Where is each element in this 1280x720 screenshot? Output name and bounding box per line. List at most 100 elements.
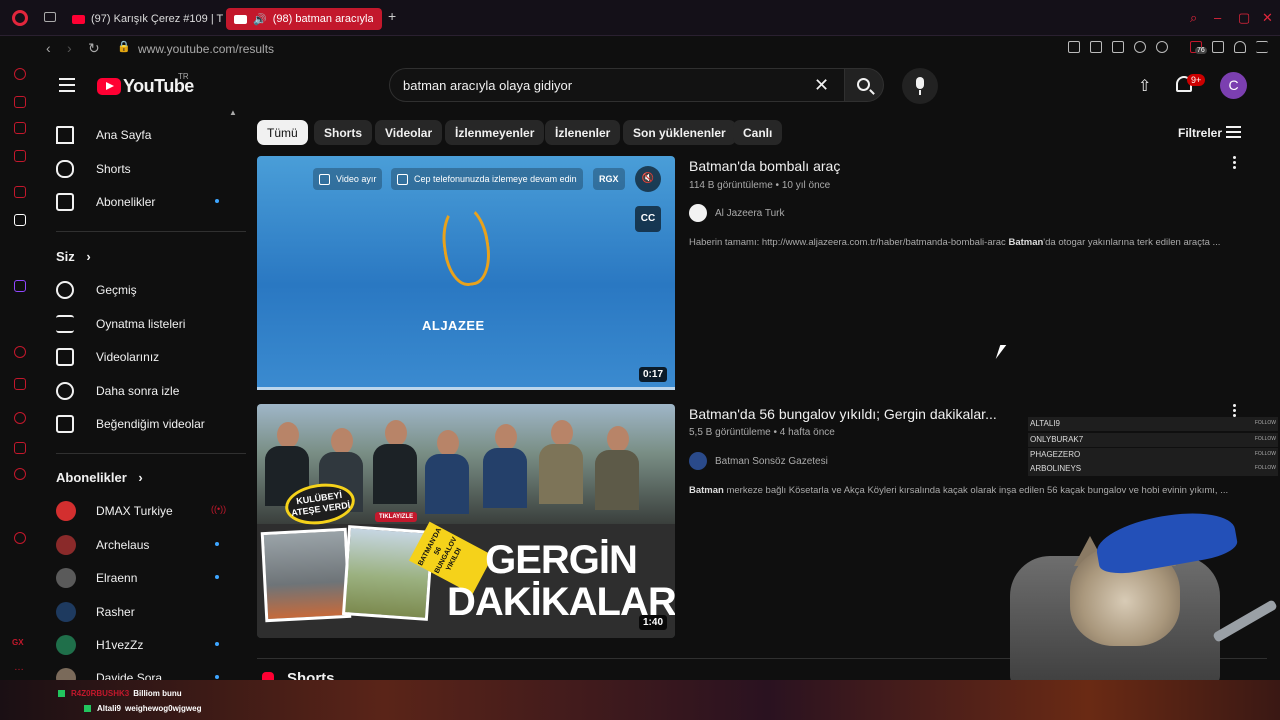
- forward-icon[interactable]: ›: [67, 40, 72, 56]
- gx-logo-icon[interactable]: GX: [12, 638, 24, 647]
- close-window-icon[interactable]: ✕: [1262, 10, 1273, 26]
- back-icon[interactable]: ‹: [46, 40, 51, 56]
- opera-logo-icon[interactable]: [12, 10, 28, 26]
- menu-icon[interactable]: [1256, 41, 1268, 53]
- rgx-badge[interactable]: RGX: [593, 168, 625, 190]
- preview-progress-bar[interactable]: [257, 387, 675, 390]
- browser-tab[interactable]: (97) Karışık Çerez #109 | T: [64, 8, 231, 30]
- chip-all[interactable]: Tümü: [257, 120, 308, 145]
- clear-search-icon[interactable]: ✕: [814, 75, 829, 96]
- chip-watched[interactable]: İzlenenler: [545, 120, 621, 145]
- maximize-icon[interactable]: ▢: [1238, 10, 1250, 26]
- adblock-icon[interactable]: [1112, 41, 1124, 53]
- captions-button[interactable]: CC: [635, 206, 661, 232]
- more-icon[interactable]: …: [14, 662, 24, 673]
- chip-recently-uploaded[interactable]: Son yüklenenler: [623, 120, 736, 145]
- profile-side-icon[interactable]: [14, 532, 26, 544]
- sidebar-item-watch-later[interactable]: Daha sonra izle: [56, 376, 179, 406]
- channel-link[interactable]: Al Jazeera Turk: [689, 204, 784, 222]
- sidebar-item-shorts[interactable]: Shorts: [56, 154, 131, 184]
- video-thumbnail[interactable]: KULÜBEYİ ATEŞE VERDİ TIKLAYIZLE BATMAN'D…: [257, 404, 675, 638]
- minimize-icon[interactable]: –: [1214, 10, 1221, 25]
- extensions-icon[interactable]: [1212, 41, 1224, 53]
- description-highlight: Batman: [689, 485, 724, 496]
- video-thumbnail[interactable]: ALJAZEE Video ayır Cep telefonunuzda izl…: [257, 156, 675, 390]
- video-title[interactable]: Batman'da bombalı araç: [689, 158, 840, 174]
- snapshot-icon[interactable]: [1090, 41, 1102, 53]
- history-side-icon[interactable]: [14, 378, 26, 390]
- sidebar-sub-dmax[interactable]: DMAX Turkiye ((•)): [56, 496, 226, 526]
- sidebar-subscriptions-header[interactable]: Abonelikler ›: [56, 470, 143, 485]
- twitch-icon[interactable]: [14, 280, 26, 292]
- follow-tag: FOLLOW: [1254, 451, 1276, 457]
- sidebar-item-label: DMAX Turkiye: [96, 504, 173, 518]
- filters-button[interactable]: Filtreler: [1178, 126, 1222, 140]
- upload-age: 10 yıl önce: [781, 180, 831, 191]
- sidebar-sub-archelaus[interactable]: Archelaus: [56, 530, 219, 560]
- sidebar-sub-h1vezzz[interactable]: H1vezZz: [56, 630, 219, 660]
- sidebar-item-your-videos[interactable]: Videolarınız: [56, 342, 159, 372]
- chat-username: Altali9: [97, 704, 122, 713]
- description-text: 'da otogar yakınlarına terk edilen araçt…: [1043, 237, 1221, 248]
- new-tab-button[interactable]: +: [388, 8, 396, 24]
- search-tabs-icon[interactable]: ⌕: [1190, 10, 1197, 26]
- sidebar-you-header[interactable]: Siz ›: [56, 249, 91, 264]
- sidebar-item-label: Rasher: [96, 605, 135, 619]
- more-actions-icon[interactable]: [1233, 156, 1237, 170]
- settings-icon[interactable]: [14, 468, 26, 480]
- profile-icon[interactable]: [1234, 41, 1246, 53]
- voice-search-button[interactable]: [902, 68, 938, 104]
- stream-chat-message: R4Z0RBUSHK3 Billiom bunu: [58, 689, 182, 698]
- sidebar-sub-elraenn[interactable]: Elraenn: [56, 563, 219, 593]
- messenger-icon[interactable]: [14, 150, 26, 162]
- channel-avatar: [56, 635, 76, 655]
- chip-unwatched[interactable]: İzlenmeyenler: [445, 120, 545, 145]
- timer-icon[interactable]: [14, 412, 26, 424]
- video-title[interactable]: Batman'da 56 bungalov yıkıldı; Gergin da…: [689, 406, 997, 422]
- browser-tab-active[interactable]: 🔊 (98) batman aracıyla o: [226, 8, 382, 30]
- player-side-icon[interactable]: [14, 346, 26, 358]
- chat-text: weighewog0wjgweg: [125, 704, 202, 713]
- detach-video-button[interactable]: Video ayır: [313, 168, 383, 190]
- channel-name: Al Jazeera Turk: [715, 207, 785, 219]
- gx-corner-icon[interactable]: [14, 96, 26, 108]
- continue-on-phone-button[interactable]: Cep telefonunuzda izlemeye devam edin: [391, 168, 583, 190]
- search-button[interactable]: [844, 68, 884, 102]
- url-field[interactable]: www.youtube.com/results: [138, 42, 274, 56]
- sidebar-scroll-up-icon[interactable]: ▲: [229, 108, 237, 117]
- pin-icon[interactable]: [1068, 41, 1080, 53]
- mute-icon[interactable]: 🔇: [635, 166, 661, 192]
- youtube-favicon-icon: [72, 14, 85, 24]
- reload-icon[interactable]: ↻: [88, 40, 100, 57]
- account-avatar[interactable]: C: [1220, 72, 1247, 99]
- player-icon[interactable]: [1134, 41, 1146, 53]
- gx-control-icon[interactable]: [14, 68, 26, 80]
- ai-icon[interactable]: [14, 214, 26, 226]
- sidebar-item-playlists[interactable]: Oynatma listeleri: [56, 309, 185, 339]
- follower-row: ONLYBURAK7 FOLLOW: [1028, 433, 1278, 447]
- extensions-side-icon[interactable]: [14, 442, 26, 454]
- upload-icon[interactable]: ⇧: [1138, 76, 1151, 96]
- shorts-icon: [56, 160, 74, 178]
- tab-islands-icon[interactable]: [44, 12, 56, 22]
- sidebar-item-history[interactable]: Geçmiş: [56, 275, 137, 305]
- gx-cleaner-icon[interactable]: [14, 122, 26, 134]
- filters-icon[interactable]: [1226, 126, 1241, 138]
- follow-tag: FOLLOW: [1254, 436, 1276, 442]
- chip-shorts[interactable]: Shorts: [314, 120, 373, 145]
- youtube-logo[interactable]: YouTube TR: [97, 72, 194, 97]
- channel-link[interactable]: Batman Sonsöz Gazetesi: [689, 452, 828, 470]
- sidebar-item-home[interactable]: Ana Sayfa: [56, 120, 151, 150]
- chip-videos[interactable]: Videolar: [375, 120, 443, 145]
- sidebar-sub-rasher[interactable]: Rasher: [56, 597, 135, 627]
- guide-menu-icon[interactable]: [59, 78, 75, 92]
- sidebar-item-liked-videos[interactable]: Beğendiğim videolar: [56, 409, 205, 439]
- continue-on-phone-label: Cep telefonunuzda izlemeye devam edin: [414, 174, 577, 184]
- stream-fire-overlay: [0, 680, 1280, 720]
- chat-badge-icon: [84, 705, 91, 713]
- heart-icon[interactable]: [1156, 41, 1168, 53]
- chip-live[interactable]: Canlı: [733, 120, 783, 145]
- search-input[interactable]: batman aracıyla olaya gidiyor: [389, 68, 844, 102]
- sidebar-item-subscriptions[interactable]: Abonelikler: [56, 187, 219, 217]
- music-icon[interactable]: [14, 186, 26, 198]
